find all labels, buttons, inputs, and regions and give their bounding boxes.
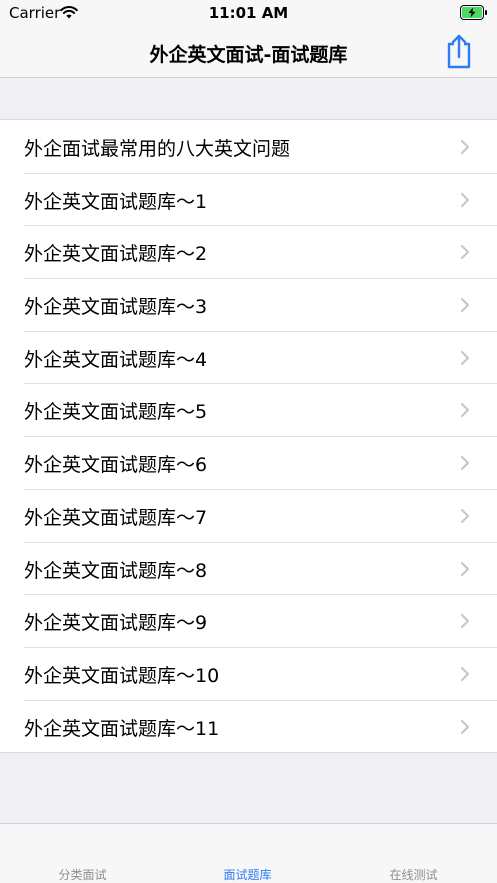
question-bank-list: 外企面试最常用的八大英文问题 外企英文面试题库～1 外企英文面试题库～2 外企英…	[0, 119, 497, 754]
list-item[interactable]: 外企英文面试题库～3	[0, 278, 497, 331]
page-title: 外企英文面试-面试题库	[149, 44, 348, 66]
list-item-label: 外企英文面试题库～5	[24, 401, 208, 424]
list-item[interactable]: 外企面试最常用的八大英文问题	[0, 120, 497, 173]
list-item-label: 外企英文面试题库～9	[24, 612, 208, 635]
list-item-label: 外企英文面试题库～4	[24, 348, 208, 371]
tab-question-bank[interactable]: 面试题库	[165, 824, 330, 883]
status-time: 11:01 AM	[208, 4, 289, 22]
chevron-right-icon	[460, 719, 470, 734]
list-item[interactable]: 外企英文面试题库～10	[0, 646, 497, 700]
list-item[interactable]: 外企英文面试题库～8	[0, 541, 497, 595]
list-item[interactable]: 外企英文面试题库～11	[0, 699, 497, 753]
tab-online-test[interactable]: 在线测试	[331, 824, 496, 883]
share-icon	[447, 34, 471, 69]
list-item-label: 外企英文面试题库～6	[24, 454, 208, 477]
tab-label: 分类面试	[58, 868, 107, 882]
battery-charging-icon	[460, 5, 487, 20]
list-item[interactable]: 外企英文面试题库～6	[0, 436, 497, 489]
list-item-label: 外企英文面试题库～10	[24, 664, 220, 687]
chevron-right-icon	[460, 192, 470, 207]
chevron-right-icon	[460, 561, 470, 576]
list-item-label: 外企英文面试题库～2	[24, 243, 208, 266]
app-screen: Carrier 11:01 AM 外企英文面试-面试题库 外企面试最常用的八大英…	[0, 0, 497, 883]
tab-label: 面试题库	[223, 868, 272, 882]
list-item[interactable]: 外企英文面试题库～4	[0, 330, 497, 384]
list-item[interactable]: 外企英文面试题库～1	[0, 172, 497, 226]
chevron-right-icon	[460, 350, 470, 365]
list-item-label: 外企英文面试题库～7	[24, 506, 208, 529]
chevron-right-icon	[460, 508, 470, 523]
tab-category-interview[interactable]: 分类面试	[0, 824, 165, 883]
list-item-label: 外企英文面试题库～3	[24, 296, 208, 319]
chevron-right-icon	[460, 245, 470, 260]
chevron-right-icon	[460, 614, 470, 629]
tab-label: 在线测试	[389, 868, 438, 882]
chevron-right-icon	[460, 403, 470, 418]
list-item-label: 外企英文面试题库～11	[24, 717, 220, 740]
list-item[interactable]: 外企英文面试题库～9	[0, 594, 497, 647]
status-bar: Carrier 11:01 AM	[0, 0, 497, 28]
list-item[interactable]: 外企英文面试题库～2	[0, 225, 497, 278]
navigation-bar: 外企英文面试-面试题库	[0, 28, 497, 78]
list-item-label: 外企面试最常用的八大英文问题	[24, 138, 291, 160]
list-item[interactable]: 外企英文面试题库～7	[0, 488, 497, 542]
chevron-right-icon	[460, 456, 470, 471]
share-button[interactable]	[441, 32, 477, 70]
tab-bar: 分类面试 面试题库 在线测试	[0, 823, 497, 883]
list-item-label: 外企英文面试题库～8	[24, 559, 208, 582]
chevron-right-icon	[460, 666, 470, 681]
chevron-right-icon	[460, 297, 470, 313]
chevron-right-icon	[460, 139, 470, 155]
list-item[interactable]: 外企英文面试题库～5	[0, 383, 497, 436]
list-item-label: 外企英文面试题库～1	[24, 190, 208, 213]
